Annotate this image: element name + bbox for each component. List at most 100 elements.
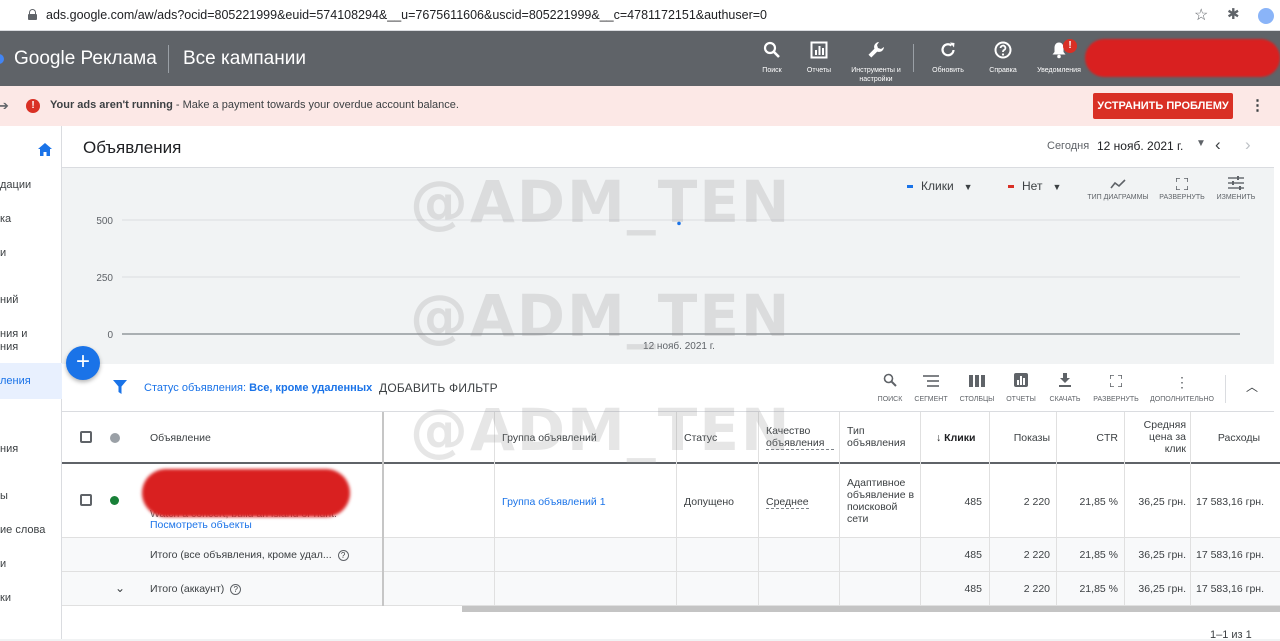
table-search-button[interactable]: ПОИСК bbox=[867, 372, 913, 403]
nav-help-button[interactable]: Справка bbox=[973, 41, 1033, 75]
download-button[interactable]: СКАЧАТЬ bbox=[1042, 372, 1088, 403]
billing-alert-banner: ➔ ! Your ads aren't running - Make a pay… bbox=[0, 86, 1280, 126]
segment-button[interactable]: СЕГМЕНТ bbox=[908, 372, 954, 403]
account-total-clicks: 485 bbox=[964, 583, 982, 595]
chevron-left-icon[interactable]: ‹ bbox=[1215, 135, 1221, 155]
sidebar-item-ads-extensions-1[interactable]: ния и bbox=[0, 327, 27, 341]
sidebar-item-campaigns[interactable]: и bbox=[0, 246, 6, 260]
chevron-right-icon[interactable]: › bbox=[1245, 135, 1251, 155]
expand-arrow-icon[interactable]: ➔ bbox=[0, 98, 9, 114]
view-assets-link[interactable]: Посмотреть объекты bbox=[150, 519, 252, 531]
account-total-ctr: 21,85 % bbox=[1079, 583, 1118, 595]
columns-button[interactable]: СТОЛБЦЫ bbox=[954, 372, 1000, 403]
ad-group-link[interactable]: Группа объявлений 1 bbox=[502, 496, 606, 508]
account-total-impressions: 2 220 bbox=[1023, 583, 1050, 595]
header-ctr[interactable]: CTR bbox=[1062, 432, 1118, 444]
reports-icon bbox=[789, 41, 849, 63]
add-filter-button[interactable]: ДОБАВИТЬ ФИЛЬТР bbox=[379, 381, 498, 395]
more-label: ДОПОЛНИТЕЛЬНО bbox=[1150, 396, 1214, 403]
nav-reports-button[interactable]: Отчеты bbox=[789, 41, 849, 75]
alert-message: Your ads aren't running - Make a payment… bbox=[50, 99, 459, 111]
total-clicks: 485 bbox=[964, 549, 982, 561]
browser-address-bar: ads.google.com/aw/ads?ocid=805221999&eui… bbox=[0, 0, 1280, 31]
header-clicks[interactable]: ↓ Клики bbox=[936, 432, 975, 444]
header-impressions[interactable]: Показы bbox=[992, 432, 1050, 444]
ad-status: Допущено bbox=[684, 496, 735, 508]
section-title[interactable]: Все кампании bbox=[183, 48, 306, 70]
lock-icon bbox=[28, 9, 37, 20]
home-icon[interactable] bbox=[38, 143, 52, 160]
sidebar-item-landing-pages[interactable]: ния bbox=[0, 442, 18, 456]
total-impressions: 2 220 bbox=[1023, 549, 1050, 561]
date-range-value[interactable]: 12 нояб. 2021 г. bbox=[1097, 139, 1183, 153]
sidebar-item-keywords[interactable]: ы bbox=[0, 489, 8, 503]
table-expand-button[interactable]: РАЗВЕРНУТЬ bbox=[1093, 372, 1139, 403]
help-circle-icon[interactable]: ? bbox=[337, 549, 349, 561]
total-avg-cpc: 36,25 грн. bbox=[1138, 549, 1186, 561]
columns-icon bbox=[954, 372, 1000, 392]
column-divider bbox=[1124, 412, 1125, 606]
horizontal-scrollbar[interactable] bbox=[462, 606, 1280, 612]
fix-problem-button[interactable]: УСТРАНИТЬ ПРОБЛЕМУ bbox=[1093, 93, 1233, 119]
more-button[interactable]: ⋮ ДОПОЛНИТЕЛЬНО bbox=[1148, 372, 1216, 403]
columns-label: СТОЛБЦЫ bbox=[959, 396, 995, 403]
sidebar-item-search-terms[interactable]: ие слова bbox=[0, 523, 45, 537]
add-button[interactable]: + bbox=[66, 346, 100, 380]
chevron-down-icon[interactable]: ⌄ bbox=[115, 581, 125, 595]
totals-label: Итого (все объявления, кроме удал...? bbox=[150, 549, 349, 561]
cell-cost: 17 583,16 грн. bbox=[1195, 496, 1264, 508]
header-cost[interactable]: Расходы bbox=[1196, 432, 1260, 444]
column-divider bbox=[1056, 412, 1057, 606]
nav-tools-label: Инструменты и настройки bbox=[851, 67, 901, 83]
alert-title: Your ads aren't running bbox=[50, 99, 173, 111]
sidebar-item-audiences[interactable]: и bbox=[0, 557, 6, 571]
divider bbox=[168, 45, 169, 73]
extensions-icon[interactable]: ✱ bbox=[1227, 5, 1240, 23]
sidebar-item-ad-groups[interactable]: ний bbox=[0, 293, 18, 307]
nav-refresh-button[interactable]: Обновить bbox=[918, 41, 978, 75]
url-field[interactable]: ads.google.com/aw/ads?ocid=805221999&eui… bbox=[46, 8, 767, 22]
more-options-icon[interactable]: ⋮ bbox=[1250, 96, 1265, 114]
row-checkbox[interactable] bbox=[80, 494, 92, 506]
sidebar-item-insights[interactable]: ка bbox=[0, 212, 11, 226]
status-filter-value: Все, кроме удаленных bbox=[249, 382, 373, 394]
totals-label-text: Итого (все объявления, кроме удал... bbox=[150, 549, 332, 561]
sidebar-item-ads[interactable]: ления bbox=[0, 374, 31, 388]
nav-help-label: Справка bbox=[989, 67, 1017, 74]
date-dropdown-icon[interactable]: ▼ bbox=[1196, 138, 1206, 149]
brand-title[interactable]: Google Реклама bbox=[14, 48, 157, 70]
header-avg-cpc[interactable]: Средняя цена за клик bbox=[1130, 419, 1186, 455]
table-search-label: ПОИСК bbox=[877, 396, 903, 403]
frozen-column-divider bbox=[382, 412, 384, 606]
warning-icon: ! bbox=[26, 99, 40, 113]
cell-impressions: 2 220 bbox=[1023, 496, 1050, 508]
table-reports-button[interactable]: ОТЧЕТЫ bbox=[998, 372, 1044, 403]
nav-notifications-button[interactable]: Уведомления bbox=[1029, 41, 1089, 75]
filter-icon[interactable] bbox=[113, 380, 127, 397]
y-tick-label: 250 bbox=[96, 273, 113, 284]
total-ctr: 21,85 % bbox=[1079, 549, 1118, 561]
pagination-info: 1–1 из 1 bbox=[1210, 629, 1252, 641]
select-all-checkbox[interactable] bbox=[80, 431, 92, 443]
nav-tools-button[interactable]: Инструменты и настройки bbox=[846, 41, 906, 84]
sidebar-item-recommendations[interactable]: дации bbox=[0, 178, 31, 192]
ad-type: Адаптивное объявление в поисковой сети bbox=[847, 477, 915, 525]
redacted-account-info bbox=[1085, 39, 1280, 77]
sidebar-item-settings[interactable]: ки bbox=[0, 591, 11, 605]
help-icon bbox=[973, 41, 1033, 63]
bookmark-star-icon[interactable]: ☆ bbox=[1194, 5, 1208, 25]
table-row[interactable]: Watch a concert, build an island or hunt… bbox=[62, 464, 1280, 538]
help-circle-icon[interactable]: ? bbox=[230, 583, 242, 595]
ad-quality[interactable]: Среднее bbox=[766, 496, 809, 509]
status-filter-chip[interactable]: Статус объявления: Все, кроме удаленных bbox=[144, 382, 372, 394]
notification-badge: ! bbox=[1063, 39, 1077, 53]
sidebar-item-ads-extensions-2[interactable]: ния bbox=[0, 340, 18, 354]
chevron-up-icon[interactable]: ︿ bbox=[1246, 378, 1258, 395]
toolbar-separator bbox=[1225, 375, 1226, 403]
refresh-icon bbox=[918, 41, 978, 63]
date-range-label: Сегодня bbox=[1047, 140, 1090, 152]
more-vertical-icon: ⋮ bbox=[1175, 374, 1189, 390]
header-ad[interactable]: Объявление bbox=[150, 432, 211, 444]
header-ad-type[interactable]: Тип объявления bbox=[847, 425, 917, 449]
browser-profile-avatar[interactable] bbox=[1258, 8, 1274, 24]
